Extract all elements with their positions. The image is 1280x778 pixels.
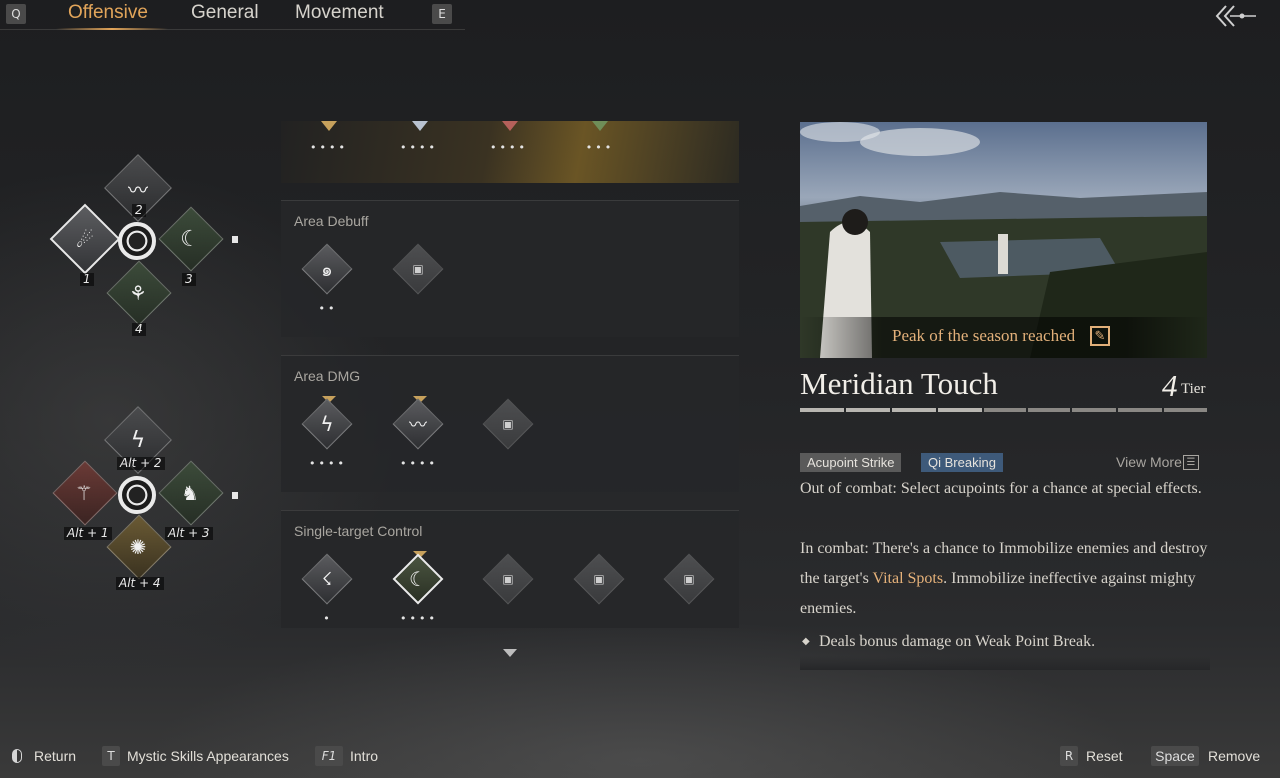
skill-level-dots: •••• [400,612,438,625]
remove-key[interactable]: Space [1151,746,1199,766]
skill-level-dots: •• [318,302,338,315]
locked-chest-icon: ▣ [412,262,424,276]
skill-level-dots: ••• [585,141,615,154]
vortex-icon: ๑ [321,259,333,281]
category-panel-featured: •••• •••• •••• ••• [281,121,739,183]
tab-movement[interactable]: Movement [295,2,384,24]
locked-chest-icon: ▣ [593,572,605,586]
center-ring-icon [118,222,156,260]
flame-claw-icon: ⚚ [75,481,93,505]
skill-diamond-tip[interactable] [321,121,337,131]
intro-button[interactable]: Intro [350,748,378,764]
category-panel-single-target-control: Single-target Control ☇ • ☾ •••• ▣ ▣ ▣ [281,510,739,628]
page-indicator [232,236,238,243]
back-arrow-icon[interactable] [1212,2,1258,30]
skill-level-dots: • [323,612,333,625]
slot-number: Alt + 2 [117,457,165,470]
locked-chest-icon: ▣ [502,417,514,431]
category-title: Area Debuff [294,213,369,229]
category-title: Single-target Control [294,523,423,539]
skill-diamond-tip[interactable] [412,121,428,131]
category-panel-area-dmg: Area DMG ϟ •••• 〰 •••• ▣ [281,355,739,492]
mystic-skills-appearances-button[interactable]: Mystic Skills Appearances [127,748,289,764]
slot-number: 2 [132,204,146,217]
skill-desc-in-combat: In combat: There's a chance to Immobiliz… [800,540,1208,617]
next-tab-key[interactable]: E [432,4,452,24]
lightning-slash-icon: ϟ [320,412,334,436]
leaping-figure-icon: ☇ [321,568,333,590]
skill-preview-video[interactable]: Peak of the season reached ✎ [800,122,1207,358]
tag-qi-breaking: Qi Breaking [921,453,1003,472]
skill-desc-out-of-combat: Out of combat: Select acupoints for a ch… [800,480,1202,497]
active-tab-underline [56,28,168,30]
locked-chest-icon: ▣ [502,572,514,586]
tab-offensive[interactable]: Offensive [68,2,148,24]
remove-button[interactable]: Remove [1208,748,1260,764]
slot-number: 3 [182,273,196,286]
bird-strike-icon: 〰 [128,177,148,202]
slot-number: Alt + 1 [64,527,112,540]
season-banner: Peak of the season reached [892,326,1076,345]
skill-level-dots: •••• [310,141,348,154]
tier-label: Tier [1181,381,1206,397]
reset-key[interactable]: R [1060,746,1078,766]
stance-figure-icon: ♞ [181,481,199,505]
crescent-slash-icon: ☾ [409,567,427,591]
slot-number: 4 [132,323,146,336]
skill-diamond-tip[interactable] [592,121,608,131]
category-panel-area-debuff: Area Debuff ๑ •• ▣ [281,200,739,337]
intro-key[interactable]: F1 [315,746,343,766]
category-title: Area DMG [294,368,361,384]
spin-figure-icon: ✺ [129,535,147,559]
prev-tab-key[interactable]: Q [6,4,26,24]
skill-level-dots: •••• [400,457,438,470]
filter-list-icon[interactable]: ☰ [1183,455,1199,470]
sword-figure-icon: ☄ [76,228,94,252]
appearance-key[interactable]: T [102,746,120,766]
bird-strike-icon: 〰 [409,415,427,436]
scroll-down-arrow-icon[interactable] [503,649,517,657]
slot-number: Alt + 4 [116,577,164,590]
return-label[interactable]: Return [34,748,76,764]
lightning-slash-icon: ϟ [130,427,146,453]
page-indicator [232,492,238,499]
skill-name: Meridian Touch [800,366,998,401]
skill-level-dots: •••• [400,141,438,154]
tag-acupoint-strike: Acupoint Strike [800,453,902,472]
view-more-link[interactable]: View More [1116,454,1182,470]
skill-diamond-tip[interactable] [502,121,518,131]
bullet-diamond-icon: ◆ [802,636,810,647]
slot-number: Alt + 3 [165,527,213,540]
slot-number: 1 [80,273,94,286]
whirl-figure-icon: ⚘ [129,281,147,305]
tab-general[interactable]: General [191,2,259,24]
category-tab-bar: Q Offensive General Movement E [0,0,465,30]
reset-button[interactable]: Reset [1086,748,1123,764]
vital-spots-highlight[interactable]: Vital Spots [873,570,944,587]
tier-number: 4 [1162,368,1178,403]
skill-level-dots: •••• [309,457,347,470]
center-ring-icon [118,476,156,514]
fade-overlay [800,656,1210,670]
mouse-icon [12,749,22,763]
locked-chest-icon: ▣ [683,572,695,586]
skill-bullet-1: Deals bonus damage on Weak Point Break. [819,633,1096,650]
season-badge-icon: ✎ [1090,326,1110,346]
crescent-slash-icon: ☾ [180,226,200,252]
skill-level-dots: •••• [490,141,528,154]
